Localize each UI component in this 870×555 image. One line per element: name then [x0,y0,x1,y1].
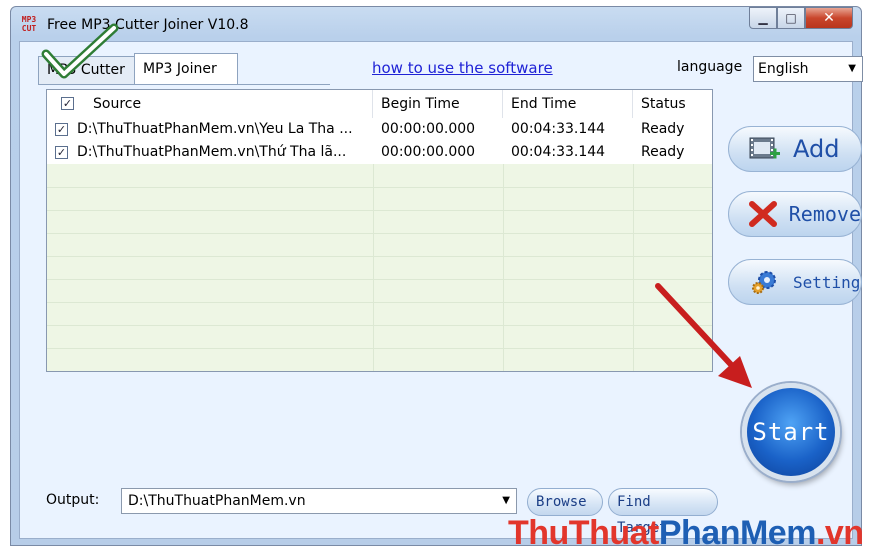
watermark-part-1: ThuThuat [508,514,659,552]
watermark-part-2: PhanMem [658,514,817,552]
grid-line [47,325,712,326]
file-list[interactable]: ✓ Source Begin Time End Time Status ✓ D:… [46,89,713,372]
app-window: MP3 CUT Free MP3 Cutter Joiner V10.8 ▁ □ … [10,6,863,546]
language-select[interactable]: English ▼ [753,56,863,82]
tab-divider [38,84,330,85]
table-row[interactable]: ✓ D:\ThuThuatPhanMem.vn\Thứ Tha lã... 00… [47,141,712,164]
maximize-button[interactable]: □ [777,7,805,29]
cell-end-time: 00:04:33.144 [511,144,606,160]
column-status[interactable]: Status [633,90,712,118]
language-value: English [758,61,809,77]
grid-line [47,210,712,211]
list-header: ✓ Source Begin Time End Time Status [47,90,712,119]
language-label: language [677,59,743,75]
column-source[interactable]: Source [77,90,373,118]
output-label: Output: [46,492,100,508]
tab-mp3-joiner[interactable]: MP3 Joiner [134,53,238,85]
cell-status: Ready [641,144,685,160]
add-button[interactable]: Add [728,126,862,172]
window-controls: ▁ □ ✕ [749,7,853,29]
chevron-down-icon: ▼ [848,63,856,74]
how-to-use-link[interactable]: how to use the software [372,59,553,77]
setting-label: Setting [793,272,861,292]
output-folder-value: D:\ThuThuatPhanMem.vn [128,493,306,509]
watermark-part-3: .vn [815,514,864,552]
column-begin-time[interactable]: Begin Time [373,90,503,118]
cell-source: D:\ThuThuatPhanMem.vn\Yeu La Tha ... [77,121,353,137]
output-folder-combo[interactable]: D:\ThuThuatPhanMem.vn ▼ [121,488,517,514]
grid-line [503,164,504,371]
table-row[interactable]: ✓ D:\ThuThuatPhanMem.vn\Yeu La Tha ... 0… [47,118,712,141]
remove-button[interactable]: Remove [728,191,862,237]
green-checkmark-icon [41,23,119,79]
grid-line [47,302,712,303]
watermark-logo: ThuThuatPhanMem.vn [508,514,864,552]
remove-label: Remove [788,202,861,226]
find-target-button[interactable]: Find Target [608,488,718,536]
select-all-checkbox[interactable]: ✓ [61,97,74,110]
chevron-down-icon: ▼ [502,495,510,506]
grid-line [47,233,712,234]
cell-source: D:\ThuThuatPhanMem.vn\Thứ Tha lã... [77,144,347,160]
red-arrow-icon [655,283,752,388]
cell-begin-time: 00:00:00.000 [381,121,476,137]
mp3-cut-app-icon: MP3 CUT [21,15,37,33]
film-add-icon [747,134,783,164]
close-button[interactable]: ✕ [805,7,853,29]
grid-line [47,187,712,188]
grid-line [47,279,712,280]
add-label: Add [793,135,840,163]
grid-line [633,164,634,371]
row-checkbox[interactable]: ✓ [55,146,68,159]
browse-button[interactable]: Browse [527,488,603,516]
column-end-time[interactable]: End Time [503,90,633,118]
cell-status: Ready [641,121,685,137]
row-checkbox[interactable]: ✓ [55,123,68,136]
red-x-icon [747,199,779,229]
grid-line [373,164,374,371]
grid-line [47,256,712,257]
cell-begin-time: 00:00:00.000 [381,144,476,160]
grid-line [47,348,712,349]
title-bar[interactable]: MP3 CUT Free MP3 Cutter Joiner V10.8 ▁ □ … [11,7,861,41]
cell-end-time: 00:04:33.144 [511,121,606,137]
minimize-button[interactable]: ▁ [749,7,777,29]
